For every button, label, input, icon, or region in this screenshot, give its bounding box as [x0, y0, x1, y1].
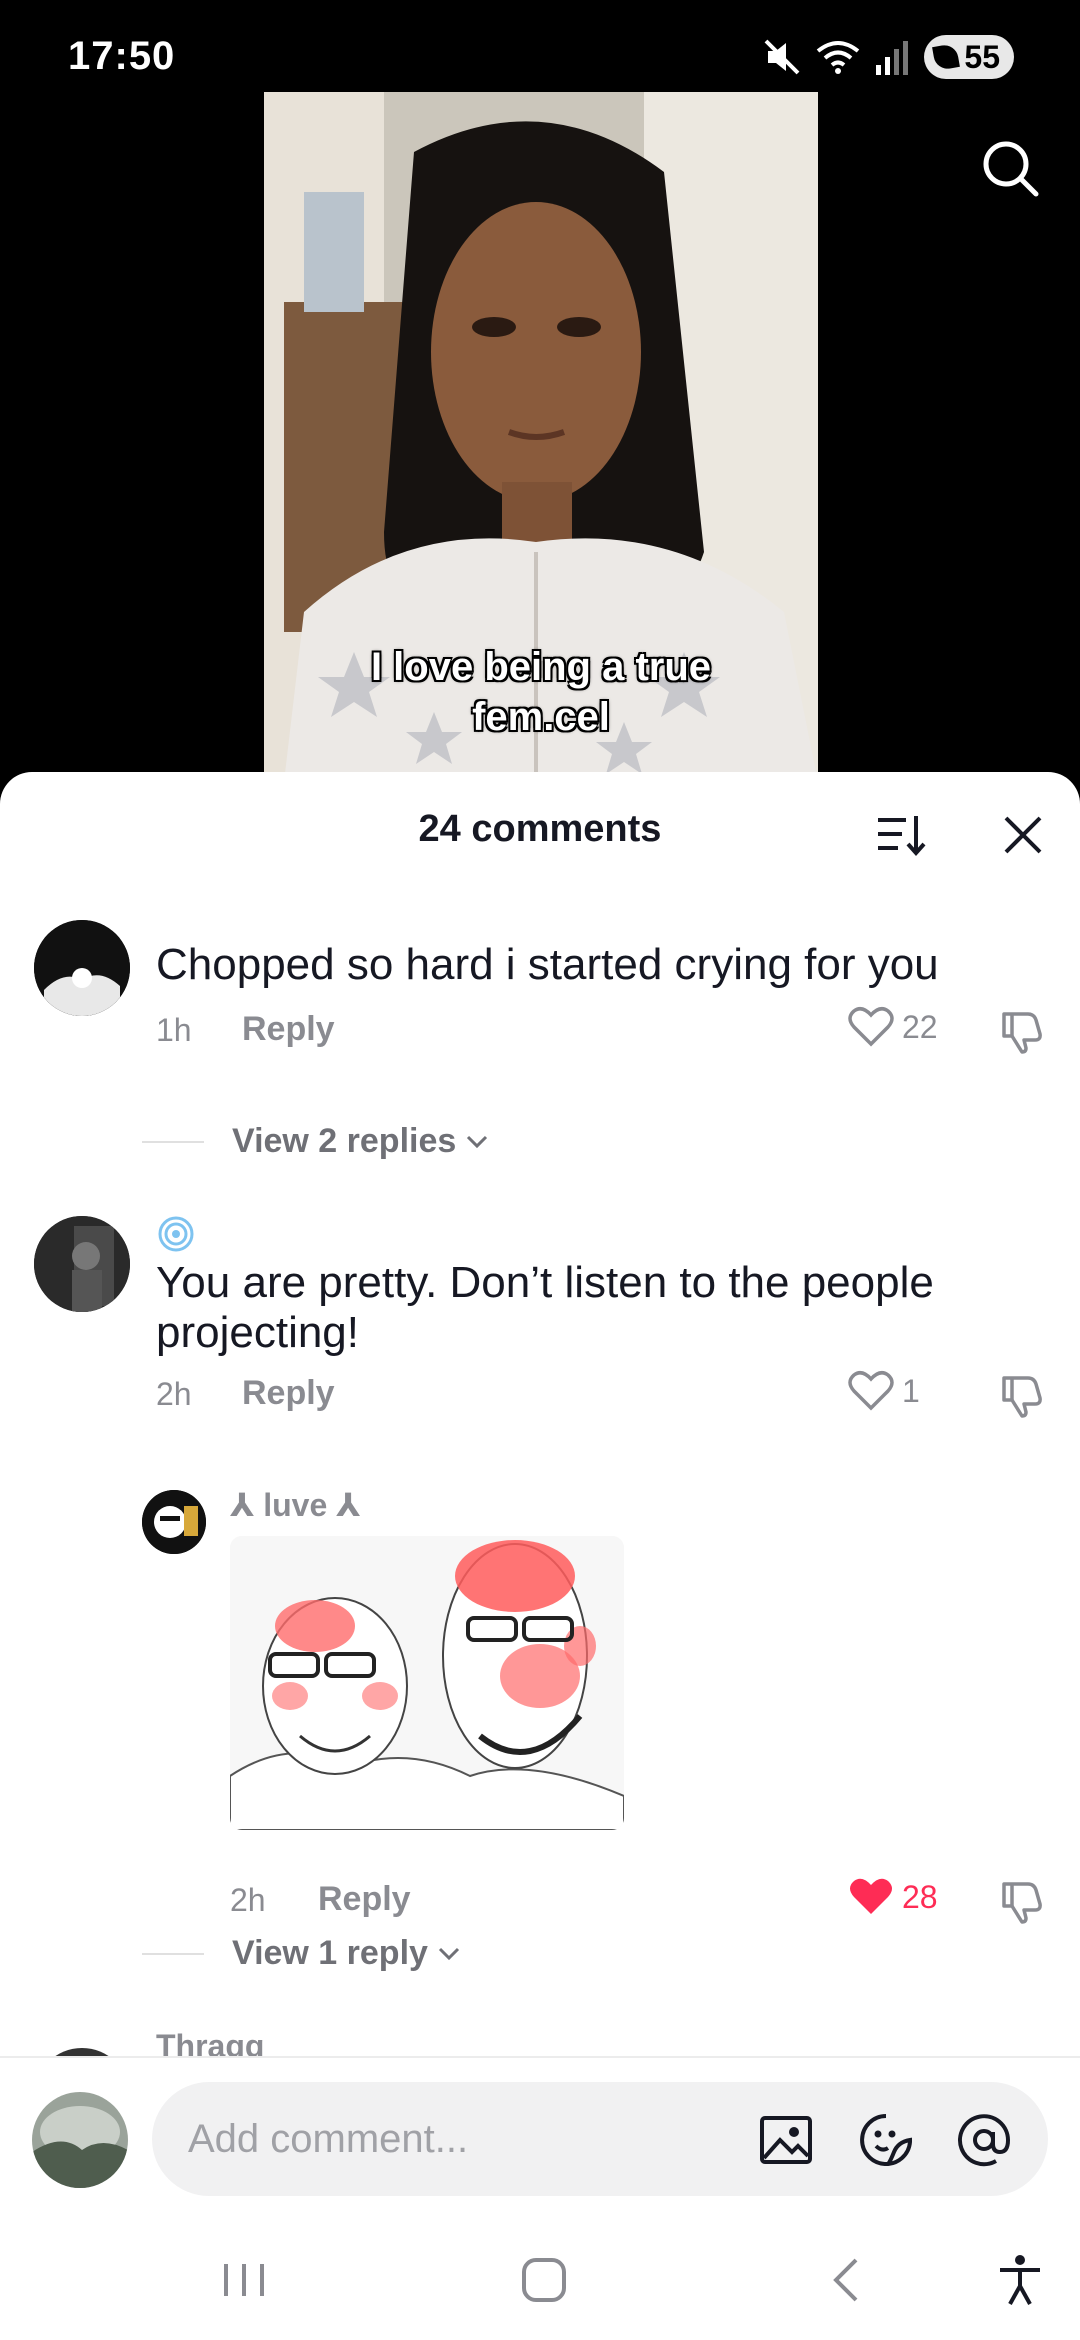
- search-button[interactable]: [980, 138, 1042, 200]
- recent-apps-icon: [224, 2264, 264, 2296]
- like-count: 22: [902, 1008, 938, 1045]
- comment-time: 1h: [156, 1012, 192, 1048]
- reply-button[interactable]: Reply: [242, 1374, 335, 1413]
- avatar-image: [34, 1216, 130, 1312]
- status-icons: 55: [762, 34, 1014, 80]
- avatar-image: [32, 2092, 128, 2188]
- avatar-image: [142, 1490, 206, 1554]
- like-button[interactable]: 28: [848, 1876, 938, 1918]
- chevron-down-icon: [438, 1947, 459, 1960]
- meme-image: [230, 1536, 624, 1830]
- close-icon: [1004, 816, 1042, 854]
- like-count: 28: [902, 1878, 938, 1915]
- like-button[interactable]: 22: [848, 1006, 938, 1048]
- heart-filled-icon: [850, 1878, 892, 1914]
- replies-divider: [142, 1140, 204, 1143]
- video-caption: I love being a true fem.cel: [264, 642, 818, 742]
- reply-button[interactable]: Reply: [242, 1010, 335, 1049]
- replies-divider: [142, 1952, 204, 1955]
- at-sign-icon: [958, 2114, 1011, 2167]
- system-nav-bar: [0, 2206, 1080, 2340]
- status-bar: 17:50 55: [0, 0, 1080, 110]
- battery-level: 55: [964, 38, 1000, 75]
- comment-item: You are pretty. Don’t listen to the peop…: [0, 1212, 1080, 1432]
- sticker-icon: [860, 2114, 912, 2166]
- avatar[interactable]: [142, 1490, 206, 1554]
- view-replies-button[interactable]: View 2 replies: [142, 1122, 488, 1161]
- home-icon: [522, 2258, 566, 2302]
- dislike-button[interactable]: [998, 1372, 1044, 1418]
- accessibility-icon: [1000, 2255, 1040, 2305]
- status-time: 17:50: [68, 34, 176, 78]
- avatar[interactable]: [34, 920, 130, 1016]
- mute-icon: [764, 39, 800, 75]
- dislike-button[interactable]: [998, 1878, 1044, 1924]
- video-player[interactable]: I love being a true fem.cel: [264, 92, 818, 782]
- battery-indicator: 55: [924, 35, 1014, 79]
- view-replies-label: View 1 reply: [232, 1934, 428, 1972]
- reply-item: ⅄ luve ⅄ 2h Reply 28: [0, 1476, 1080, 1924]
- mention-button[interactable]: [956, 2112, 1012, 2168]
- view-replies-button[interactable]: View 1 reply: [142, 1934, 460, 1973]
- close-button[interactable]: [1000, 812, 1046, 858]
- my-avatar[interactable]: [32, 2092, 128, 2188]
- like-count: 1: [902, 1372, 920, 1409]
- emoji-button[interactable]: [858, 2112, 914, 2168]
- dislike-button[interactable]: [998, 1008, 1044, 1054]
- video-area[interactable]: I love being a true fem.cel: [0, 0, 1080, 782]
- back-icon: [833, 2258, 858, 2302]
- image-button[interactable]: [758, 2112, 814, 2168]
- caption-line-1: I love being a true: [370, 645, 712, 689]
- signal-icon: [876, 41, 909, 75]
- like-button[interactable]: 1: [848, 1370, 920, 1412]
- comments-header: 24 comments: [0, 772, 1080, 892]
- recent-apps-button[interactable]: [216, 2252, 272, 2308]
- comment-username[interactable]: Thragg: [156, 2028, 264, 2056]
- comment-time: 2h: [156, 1376, 192, 1412]
- comment-input-container[interactable]: [152, 2082, 1048, 2196]
- search-icon: [983, 141, 1039, 197]
- heart-outline-icon: [848, 1371, 894, 1411]
- caption-line-2: fem.cel: [472, 695, 610, 739]
- image-icon: [760, 2116, 812, 2164]
- thumbs-down-icon: [1002, 1882, 1042, 1924]
- comment-input-bar: [0, 2056, 1080, 2206]
- battery-saver-icon: [932, 43, 961, 71]
- reply-image[interactable]: [230, 1536, 624, 1830]
- sort-button[interactable]: [876, 812, 926, 858]
- wifi-icon: [817, 41, 860, 74]
- chevron-down-icon: [467, 1135, 488, 1148]
- home-button[interactable]: [516, 2252, 572, 2308]
- thumbs-down-icon: [1002, 1012, 1042, 1054]
- reply-time: 2h: [230, 1882, 266, 1918]
- comment-text: You are pretty. Don’t listen to the peop…: [156, 1258, 934, 1357]
- view-replies-label: View 2 replies: [232, 1122, 457, 1160]
- sort-icon: [878, 816, 926, 857]
- comment-item: Thragg: [0, 2028, 1080, 2056]
- thumbs-down-icon: [1002, 1376, 1042, 1418]
- avatar[interactable]: [34, 1216, 130, 1312]
- avatar[interactable]: [34, 2048, 130, 2056]
- reply-username[interactable]: ⅄ luve ⅄: [230, 1486, 360, 1524]
- badge-icon: [158, 1216, 194, 1252]
- accessibility-button[interactable]: [992, 2252, 1048, 2308]
- comment-item: Chopped so hard i started crying for you…: [0, 920, 1080, 1090]
- comment-text: Chopped so hard i started crying for you: [156, 940, 939, 989]
- comment-input[interactable]: [188, 2108, 748, 2170]
- heart-outline-icon: [848, 1007, 894, 1047]
- reply-button[interactable]: Reply: [318, 1880, 411, 1919]
- avatar-image: [34, 920, 130, 1016]
- back-button[interactable]: [820, 2252, 876, 2308]
